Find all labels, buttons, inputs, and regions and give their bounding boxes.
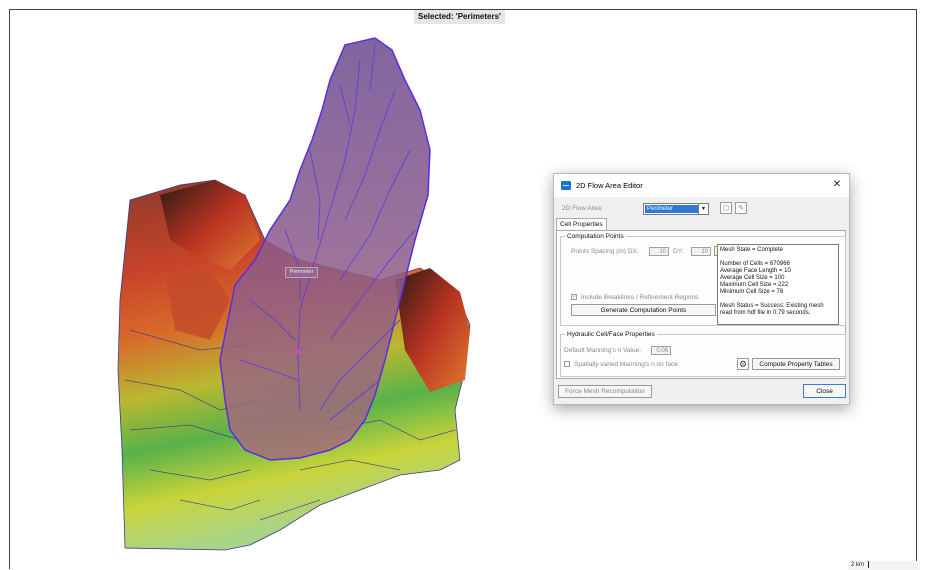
computation-points-title: Computation Points xyxy=(565,232,626,241)
flow-area-selected-value: Perimeter xyxy=(645,205,698,213)
perimeter-map-label: Perimeter xyxy=(285,267,318,278)
rename-area-icon[interactable]: ✎ xyxy=(735,202,747,214)
mannings-label: Default Manning's n Value: xyxy=(564,347,642,354)
selection-status-label: Selected: 'Perimeters' xyxy=(414,10,505,24)
cell-properties-panel: Computation Points Points Spacing (m) DX… xyxy=(556,230,846,379)
ras-app-icon xyxy=(561,181,571,190)
dy-input[interactable]: 10 xyxy=(691,247,711,256)
dx-input[interactable]: 10 xyxy=(649,247,669,256)
chevron-down-icon[interactable]: ▾ xyxy=(698,204,708,214)
new-area-icon[interactable]: ▢ xyxy=(720,202,732,214)
spatially-varied-label: Spatially varied Manning's n on face xyxy=(574,361,678,368)
hydraulic-properties-group: Hydraulic Cell/Face Properties Default M… xyxy=(560,330,846,377)
include-breaklines-label: Include Breaklines / Refinement Regions xyxy=(581,294,699,301)
spatially-varied-checkbox[interactable] xyxy=(564,361,570,367)
dialog-titlebar[interactable]: 2D Flow Area Editor ✕ xyxy=(554,174,849,197)
dy-label: DY: xyxy=(673,248,684,255)
close-button[interactable]: Close xyxy=(803,384,846,398)
mesh-info-box: Mesh State = Complete Number of Cells = … xyxy=(717,244,839,325)
computation-points-group: Computation Points Points Spacing (m) DX… xyxy=(560,232,846,326)
flow-area-select[interactable]: Perimeter ▾ xyxy=(643,203,709,215)
close-icon[interactable]: ✕ xyxy=(830,178,844,192)
points-spacing-label: Points Spacing (m) DX: xyxy=(571,248,639,255)
mannings-input[interactable]: 0.06 xyxy=(651,346,671,355)
force-mesh-recomputation-button[interactable]: Force Mesh Recomputation xyxy=(558,385,652,398)
flow-area-editor-dialog[interactable]: 2D Flow Area Editor ✕ 2D Flow Area: Peri… xyxy=(553,173,850,405)
gear-icon[interactable]: ⚙ xyxy=(737,358,749,370)
scale-bar-tick xyxy=(868,561,870,568)
include-breaklines-checkbox[interactable]: ✓ xyxy=(571,294,577,300)
generate-computation-points-button[interactable]: Generate Computation Points xyxy=(571,304,716,316)
scale-bar: 2 km xyxy=(848,561,920,570)
flow-area-label: 2D Flow Area: xyxy=(562,205,603,212)
compute-property-tables-button[interactable]: Compute Property Tables xyxy=(752,358,840,370)
scale-bar-label: 2 km xyxy=(851,562,865,569)
hydraulic-properties-title: Hydraulic Cell/Face Properties xyxy=(565,330,657,339)
dialog-title: 2D Flow Area Editor xyxy=(576,181,643,190)
